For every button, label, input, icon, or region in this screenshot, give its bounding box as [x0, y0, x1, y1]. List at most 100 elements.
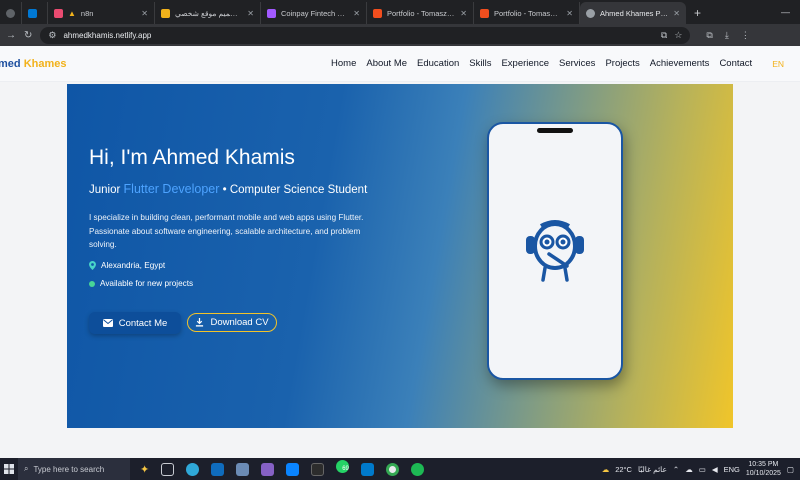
- search-placeholder: Type here to search: [33, 464, 105, 474]
- start-button[interactable]: [0, 464, 18, 474]
- site-header: med Khames Home About Me Education Skill…: [0, 46, 800, 82]
- tab-title: تصميم موقع شخصي -: [175, 8, 242, 18]
- windows-taskbar: ⌕ Type here to search ✦ 69 ☁ 22°C عائم غ…: [0, 458, 800, 480]
- input-language[interactable]: ENG: [724, 465, 740, 474]
- download-icon: [196, 318, 204, 327]
- browser-tab-active[interactable]: Ahmed Khames Portfo ✕: [580, 2, 686, 24]
- install-app-icon[interactable]: ⧉: [661, 30, 667, 41]
- task-view-icon[interactable]: [161, 462, 175, 476]
- figma-icon: [373, 8, 382, 18]
- phone-mockup: [487, 122, 623, 380]
- browser-tab[interactable]: [0, 2, 22, 24]
- website-viewport: med Khames Home About Me Education Skill…: [0, 46, 800, 458]
- browser-tab-strip: ▲ n8n ✕ تصميم موقع شخصي - ✕ Coinpay Fintech…: [0, 0, 800, 24]
- bookmark-star-icon[interactable]: ☆: [674, 30, 682, 41]
- minimize-icon[interactable]: —: [781, 7, 790, 17]
- volume-icon[interactable]: ◀: [712, 465, 718, 474]
- browser-tab[interactable]: Portfolio - Tomasz Gaj ✕: [367, 2, 474, 24]
- location-text: Alexandria, Egypt: [101, 261, 166, 270]
- close-icon[interactable]: ✕: [460, 9, 467, 18]
- contact-me-label: Contact Me: [118, 317, 168, 329]
- spotify-icon[interactable]: [411, 462, 425, 476]
- availability-row: Available for new projects: [89, 279, 193, 288]
- close-icon[interactable]: ✕: [141, 9, 148, 18]
- new-tab-button[interactable]: +: [686, 2, 709, 24]
- subtitle-highlight: Flutter Developer: [123, 182, 220, 196]
- site-logo[interactable]: med Khames: [0, 58, 66, 70]
- close-icon[interactable]: ✕: [566, 9, 573, 18]
- nav-about-me[interactable]: About Me: [366, 58, 407, 69]
- taskbar-clock[interactable]: 10:35 PM 10/10/2025: [746, 460, 781, 478]
- subtitle-suffix: • Computer Science Student: [219, 184, 368, 196]
- weather-temp[interactable]: 22°C: [615, 465, 632, 474]
- nav-skills[interactable]: Skills: [469, 58, 491, 69]
- chevron-up-icon[interactable]: ⌃: [673, 465, 679, 474]
- language-switch[interactable]: EN: [772, 59, 784, 69]
- browser-tab[interactable]: [22, 2, 48, 24]
- logo-part-2: Khames: [23, 57, 67, 70]
- window-controls: —: [781, 0, 800, 24]
- download-icon[interactable]: ⤓: [725, 30, 729, 41]
- whatsapp-taskbar-button[interactable]: 69: [336, 460, 350, 478]
- subtitle-prefix: Junior: [89, 184, 124, 196]
- vscode-icon[interactable]: [361, 462, 375, 476]
- taskbar-search[interactable]: ⌕ Type here to search: [18, 458, 130, 480]
- taskbar-apps: ✦ 69: [140, 460, 425, 478]
- phone-notch: [537, 128, 573, 133]
- copilot-sparkle-icon[interactable]: ✦: [140, 463, 149, 476]
- store-icon[interactable]: [286, 462, 300, 476]
- nav-services[interactable]: Services: [559, 58, 595, 69]
- nav-achievements[interactable]: Achievements: [650, 58, 710, 69]
- edge-icon[interactable]: [186, 462, 200, 476]
- reload-icon[interactable]: ↻: [24, 30, 32, 41]
- browser-tab[interactable]: Coinpay Fintech Finan ✕: [261, 2, 367, 24]
- availability-text: Available for new projects: [100, 279, 194, 288]
- browser-tab[interactable]: Portfolio - Tomasz Gaj ✕: [474, 2, 580, 24]
- nav-experience[interactable]: Experience: [501, 58, 549, 69]
- whatsapp-badge: 69: [342, 466, 349, 472]
- network-icon[interactable]: ▭: [699, 465, 706, 474]
- outlook-icon: [28, 8, 37, 18]
- nav-projects[interactable]: Projects: [605, 58, 639, 69]
- file-explorer-icon[interactable]: [236, 462, 250, 476]
- tab-title: Portfolio - Tomasz Gaj: [494, 8, 562, 18]
- chrome-icon[interactable]: [386, 462, 400, 476]
- figma-icon: [267, 8, 276, 18]
- clock-time: 10:35 PM: [748, 461, 779, 468]
- hero-subtitle: Junior Flutter Developer • Computer Scie…: [89, 182, 367, 196]
- close-icon[interactable]: ✕: [673, 9, 680, 18]
- close-icon[interactable]: ✕: [247, 9, 254, 18]
- nav-education[interactable]: Education: [417, 58, 459, 69]
- nav-home[interactable]: Home: [331, 58, 356, 69]
- address-bar[interactable]: ⚙ ahmedkhamis.netlify.app ⧉ ☆: [40, 26, 691, 44]
- location-row: Alexandria, Egypt: [89, 261, 165, 270]
- tab-title: Ahmed Khames Portfo: [600, 8, 669, 18]
- notifications-icon[interactable]: ▢: [787, 465, 794, 474]
- capcut-icon[interactable]: [311, 462, 325, 476]
- weather-label: عائم غالبًا: [637, 464, 667, 474]
- windows-logo-icon: [4, 464, 14, 474]
- figma-icon: [480, 8, 489, 18]
- cloud-icon[interactable]: ☁: [685, 465, 693, 474]
- tab-title: Portfolio - Tomasz Gaj: [387, 8, 456, 18]
- browser-toolbar: → ↻ ⚙ ahmedkhamis.netlify.app ⧉ ☆ ⧉ ⤓ ⋮: [0, 24, 800, 46]
- url-text: ahmedkhamis.netlify.app: [63, 30, 152, 40]
- search-icon: ⌕: [24, 464, 29, 473]
- extensions-icon[interactable]: ⧉: [706, 30, 712, 41]
- contact-me-button[interactable]: Contact Me: [89, 312, 181, 334]
- visual-studio-icon[interactable]: [261, 462, 275, 476]
- nav-contact[interactable]: Contact: [719, 58, 752, 69]
- menu-icon[interactable]: ⋮: [741, 30, 750, 41]
- tab-title: Coinpay Fintech Finan: [281, 8, 348, 18]
- browser-tab[interactable]: ▲ n8n ✕: [48, 2, 155, 24]
- close-icon[interactable]: ✕: [353, 9, 360, 18]
- browser-tab[interactable]: تصميم موقع شخصي - ✕: [155, 2, 261, 24]
- globe-icon: [586, 8, 595, 18]
- download-cv-label: Download CV: [210, 317, 269, 328]
- forward-icon[interactable]: →: [6, 30, 16, 41]
- outlook-icon[interactable]: [211, 462, 225, 476]
- hero-title: Hi, I'm Ahmed Khamis: [89, 146, 295, 169]
- site-info-icon[interactable]: ⚙: [48, 30, 56, 41]
- download-cv-button[interactable]: Download CV: [187, 313, 277, 332]
- hero-section: Hi, I'm Ahmed Khamis Junior Flutter Deve…: [67, 84, 733, 428]
